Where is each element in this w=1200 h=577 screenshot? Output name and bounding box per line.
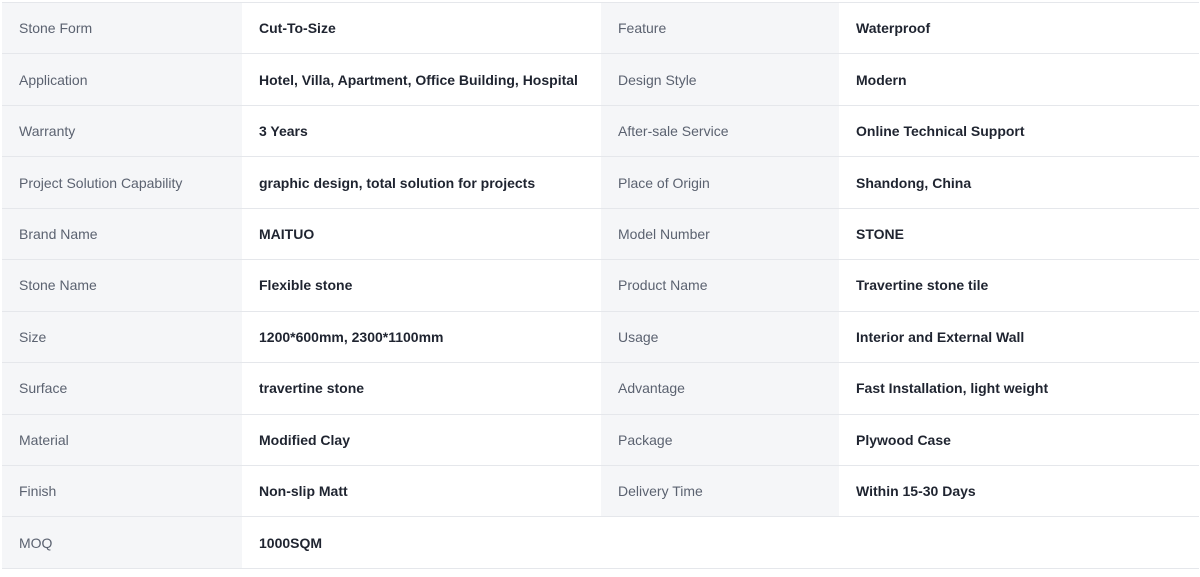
spec-label: Brand Name — [2, 208, 242, 261]
spec-label: MOQ — [2, 516, 242, 569]
empty-cell — [839, 516, 1199, 569]
spec-label: Package — [601, 414, 839, 466]
spec-label: Stone Name — [2, 259, 242, 312]
spec-value: Modern — [839, 53, 1199, 106]
product-spec-table: Stone Form Cut-To-Size Feature Waterproo… — [2, 2, 1199, 569]
spec-value: Travertine stone tile — [839, 259, 1199, 312]
spec-value: Waterproof — [839, 2, 1199, 55]
spec-label: After-sale Service — [601, 105, 839, 158]
spec-value: Non-slip Matt — [242, 465, 601, 518]
spec-value: Within 15-30 Days — [839, 465, 1199, 518]
table-row: MOQ 1000SQM — [2, 516, 1199, 569]
spec-value: Online Technical Support — [839, 105, 1199, 158]
spec-value: Flexible stone — [242, 259, 601, 312]
spec-label: Application — [2, 53, 242, 106]
spec-label: Product Name — [601, 259, 839, 312]
table-row: Finish Non-slip Matt Delivery Time Withi… — [2, 465, 1199, 518]
spec-value: Plywood Case — [839, 414, 1199, 466]
spec-value: travertine stone — [242, 362, 601, 415]
table-row: Size 1200*600mm, 2300*1100mm Usage Inter… — [2, 311, 1199, 364]
spec-value: Fast Installation, light weight — [839, 362, 1199, 415]
spec-label: Advantage — [601, 362, 839, 415]
spec-table-body: Stone Form Cut-To-Size Feature Waterproo… — [2, 2, 1199, 569]
spec-label: Feature — [601, 2, 839, 55]
spec-value: STONE — [839, 208, 1199, 261]
spec-label: Size — [2, 311, 242, 364]
spec-value: Interior and External Wall — [839, 311, 1199, 364]
spec-label: Surface — [2, 362, 242, 415]
table-row: Stone Form Cut-To-Size Feature Waterproo… — [2, 2, 1199, 55]
spec-label: Material — [2, 414, 242, 466]
spec-label: Model Number — [601, 208, 839, 261]
spec-value: Cut-To-Size — [242, 2, 601, 55]
spec-value: Shandong, China — [839, 156, 1199, 209]
spec-value: 1000SQM — [242, 516, 601, 569]
spec-value: 3 Years — [242, 105, 601, 158]
spec-value: 1200*600mm, 2300*1100mm — [242, 311, 601, 364]
spec-label: Finish — [2, 465, 242, 518]
spec-value: MAITUO — [242, 208, 601, 261]
spec-label: Design Style — [601, 53, 839, 106]
spec-label: Usage — [601, 311, 839, 364]
empty-cell — [601, 516, 839, 569]
table-row: Warranty 3 Years After-sale Service Onli… — [2, 105, 1199, 158]
table-row: Project Solution Capability graphic desi… — [2, 156, 1199, 209]
spec-value: graphic design, total solution for proje… — [242, 156, 601, 209]
spec-value: Hotel, Villa, Apartment, Office Building… — [242, 53, 601, 106]
table-row: Application Hotel, Villa, Apartment, Off… — [2, 53, 1199, 106]
spec-label: Delivery Time — [601, 465, 839, 518]
spec-label: Project Solution Capability — [2, 156, 242, 209]
spec-label: Warranty — [2, 105, 242, 158]
table-row: Surface travertine stone Advantage Fast … — [2, 362, 1199, 415]
spec-label: Place of Origin — [601, 156, 839, 209]
table-row: Stone Name Flexible stone Product Name T… — [2, 259, 1199, 312]
table-row: Brand Name MAITUO Model Number STONE — [2, 208, 1199, 261]
table-row: Material Modified Clay Package Plywood C… — [2, 414, 1199, 466]
spec-value: Modified Clay — [242, 414, 601, 466]
spec-label: Stone Form — [2, 2, 242, 55]
